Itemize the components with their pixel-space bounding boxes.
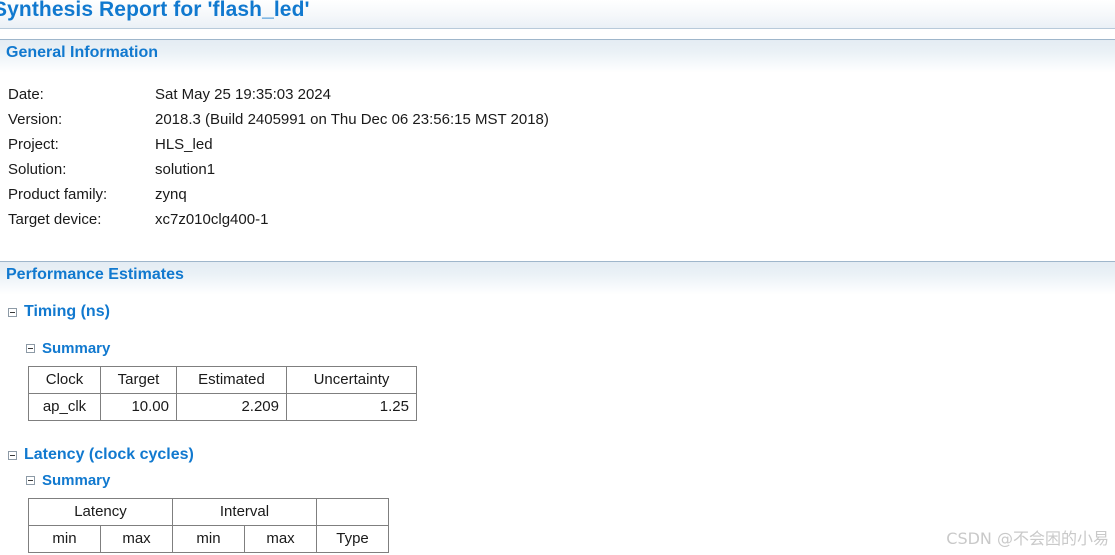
column-header-interval-min: min <box>172 525 245 553</box>
list-item: Target device: xc7z010clg400-1 <box>8 207 549 232</box>
section-title-performance-estimates: Performance Estimates <box>6 266 184 283</box>
info-label-target-device: Target device: <box>8 211 102 228</box>
tree-node-timing-label: Timing (ns) <box>24 303 110 320</box>
cell-estimated: 2.209 <box>176 393 287 421</box>
info-label-date: Date: <box>8 86 44 103</box>
page-title: Synthesis Report for 'flash_led' <box>0 0 310 21</box>
column-header-estimated: Estimated <box>176 366 287 394</box>
tree-node-latency-summary[interactable]: Summary <box>26 472 110 489</box>
info-value-date: Sat May 25 19:35:03 2024 <box>155 86 331 103</box>
tree-node-timing[interactable]: Timing (ns) <box>8 303 110 321</box>
minus-box-icon[interactable] <box>8 307 17 317</box>
info-value-solution: solution1 <box>155 161 216 178</box>
tree-node-latency-label: Latency (clock cycles) <box>24 446 194 463</box>
list-item: Product family: zynq <box>8 182 549 207</box>
table-header-group-row: Latency Interval <box>28 498 389 526</box>
info-value-version: 2018.3 (Build 2405991 on Thu Dec 06 23:5… <box>155 111 549 128</box>
column-header-latency-max: max <box>100 525 173 553</box>
column-header-latency-min: min <box>28 525 101 553</box>
group-header-empty <box>316 498 389 526</box>
list-item: Date: Sat May 25 19:35:03 2024 <box>8 82 549 107</box>
watermark: CSDN @不会困的小易 <box>946 529 1109 548</box>
table-header-row: Clock Target Estimated Uncertainty <box>28 366 417 394</box>
minus-box-icon[interactable] <box>26 476 35 485</box>
info-label-solution: Solution: <box>8 161 67 178</box>
section-title-general-information: General Information <box>6 44 159 61</box>
list-item: Project: HLS_led <box>8 132 549 157</box>
column-header-uncertainty: Uncertainty <box>286 366 417 394</box>
general-information-list: Date: Sat May 25 19:35:03 2024 Version: … <box>8 82 549 232</box>
tree-node-latency[interactable]: Latency (clock cycles) <box>8 446 194 464</box>
tree-node-timing-summary[interactable]: Summary <box>26 340 110 357</box>
group-header-latency: Latency <box>28 498 173 526</box>
minus-box-icon[interactable] <box>8 450 17 460</box>
report-title-band: Synthesis Report for 'flash_led' <box>0 0 1115 29</box>
info-label-version: Version: <box>8 111 63 128</box>
section-header-performance-estimates: Performance Estimates <box>0 261 1115 295</box>
column-header-clock: Clock <box>28 366 101 394</box>
section-header-general-information: General Information <box>0 39 1115 73</box>
table-header-row: min max min max Type <box>28 525 389 553</box>
group-header-interval: Interval <box>172 498 317 526</box>
minus-box-icon[interactable] <box>26 344 35 353</box>
info-value-target-device: xc7z010clg400-1 <box>155 211 269 228</box>
info-label-project: Project: <box>8 136 59 153</box>
list-item: Solution: solution1 <box>8 157 549 182</box>
cell-target: 10.00 <box>100 393 177 421</box>
column-header-interval-max: max <box>244 525 317 553</box>
cell-uncertainty: 1.25 <box>286 393 417 421</box>
info-value-product-family: zynq <box>155 186 187 203</box>
column-header-target: Target <box>100 366 177 394</box>
tree-node-timing-summary-label: Summary <box>42 340 111 357</box>
info-value-project: HLS_led <box>155 136 213 153</box>
timing-summary-table: Clock Target Estimated Uncertainty ap_cl… <box>28 366 417 421</box>
list-item: Version: 2018.3 (Build 2405991 on Thu De… <box>8 107 549 132</box>
tree-node-latency-summary-label: Summary <box>42 472 111 489</box>
cell-clock: ap_clk <box>28 393 101 421</box>
latency-summary-table: Latency Interval min max min max Type <box>28 498 389 553</box>
column-header-type: Type <box>316 525 389 553</box>
table-row: ap_clk 10.00 2.209 1.25 <box>28 393 417 421</box>
info-label-product-family: Product family: <box>8 186 108 203</box>
